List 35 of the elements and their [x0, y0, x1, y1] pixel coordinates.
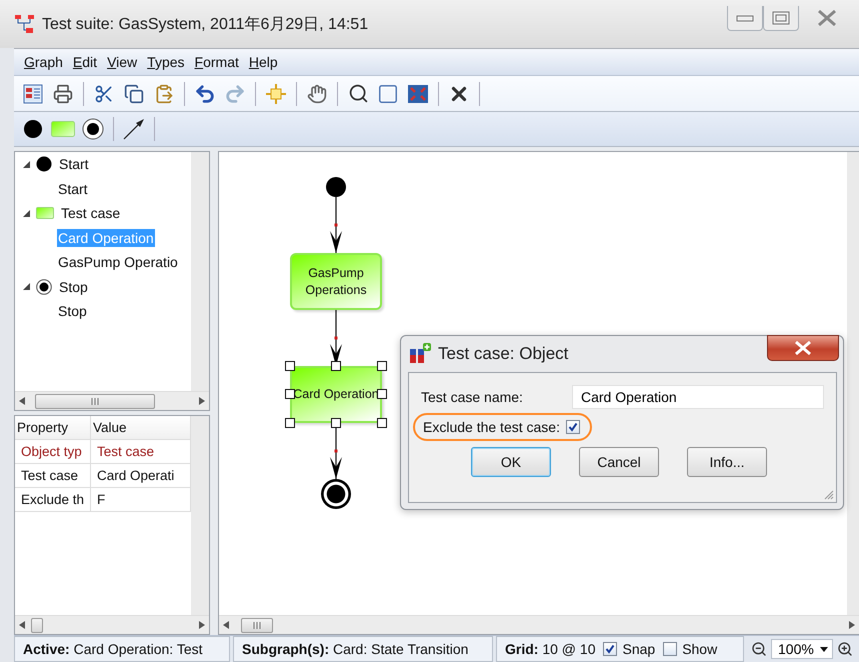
tree-item[interactable]: Test case — [60, 204, 122, 222]
tree-item[interactable]: GasPump Operatio — [57, 253, 179, 272]
table-cell: Test case — [91, 440, 191, 464]
dialog-title: Test case: Object — [438, 344, 568, 364]
status-text: Subgraph(s): Card: State Transition — [242, 641, 468, 657]
tree-item[interactable]: Start — [58, 155, 90, 174]
status-text: Grid: 10 @ 10 — [505, 641, 596, 657]
menu-item[interactable]: Format — [190, 54, 243, 70]
field-label: Exclude the test case: — [423, 419, 560, 435]
checkbox-label[interactable]: Show — [682, 641, 718, 657]
test-case-node[interactable]: GasPump Operations — [290, 253, 382, 310]
input-field[interactable]: Card Operation — [572, 385, 824, 409]
status-text: Active: Card Operation: Test — [23, 641, 202, 657]
menu-item[interactable]: View — [103, 54, 142, 70]
dialog-button[interactable]: OK — [471, 447, 551, 477]
zoom-dropdown[interactable]: 100% — [771, 639, 833, 659]
field-label: Test case name: — [421, 389, 523, 405]
menu-item[interactable]: Edit — [68, 54, 102, 70]
tree-item[interactable]: Stop — [57, 302, 88, 320]
table-cell: F — [91, 488, 191, 512]
tree-item[interactable]: Start — [57, 180, 89, 198]
dialog-button[interactable]: Info... — [687, 447, 767, 477]
menu-item[interactable]: Help — [244, 54, 282, 70]
column-header: Property — [15, 416, 91, 440]
window-title: Test suite: GasSystem, 2011年6月29日, 14:51 — [42, 14, 368, 34]
table-cell: Card Operati — [91, 464, 191, 488]
menu-item[interactable]: Types — [143, 54, 189, 70]
checkbox-label[interactable]: Snap — [622, 641, 656, 657]
menu-item[interactable]: Graph — [20, 54, 67, 70]
column-header: Value — [91, 416, 191, 440]
dialog-button[interactable]: Cancel — [579, 447, 659, 477]
table-cell: Exclude th — [15, 488, 91, 512]
tree-item[interactable]: Stop — [58, 278, 89, 296]
table-cell: Test case — [15, 464, 91, 488]
table-cell: Object typ — [15, 440, 91, 464]
